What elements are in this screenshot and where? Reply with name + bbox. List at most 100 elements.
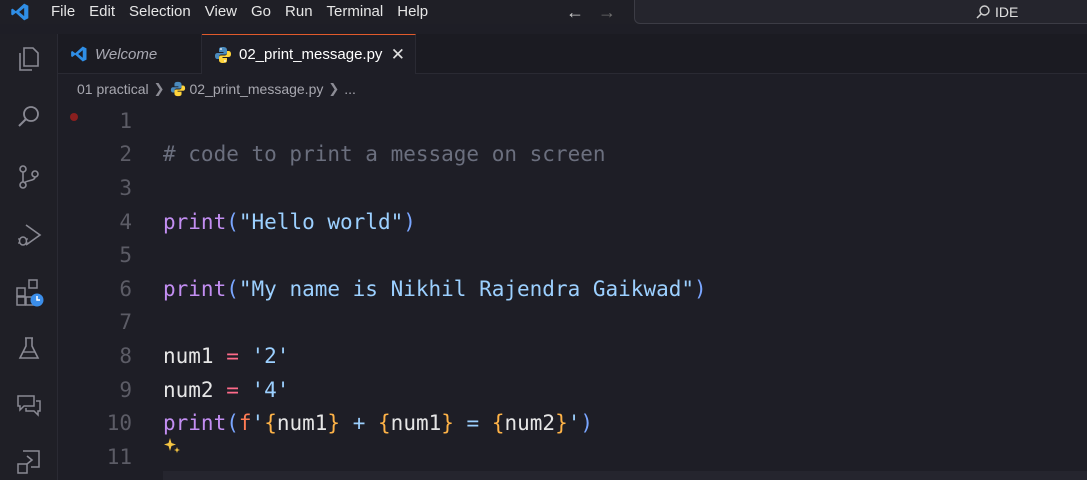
code-token: { — [491, 411, 505, 436]
code-token: } — [555, 411, 568, 436]
menu-help[interactable]: Help — [390, 0, 435, 24]
title-bar: File Edit Selection View Go Run Terminal… — [0, 0, 1087, 24]
code-token: ( — [226, 276, 239, 301]
code-token: { — [378, 411, 391, 436]
code-line[interactable]: 9 num2 = '4' — [58, 373, 1087, 407]
code-token: = — [213, 377, 252, 402]
chevron-right-icon: ❯ — [328, 81, 340, 96]
python-icon — [170, 81, 186, 97]
breadcrumb-more[interactable]: ... — [344, 81, 356, 97]
menu-file[interactable]: File — [40, 0, 82, 24]
code-token: ' — [567, 411, 581, 436]
code-line[interactable]: 1 — [58, 104, 1087, 138]
forward-arrow-icon[interactable]: → — [598, 0, 616, 24]
code-token: ) — [580, 411, 594, 436]
menu-selection[interactable]: Selection — [122, 0, 198, 24]
code-token: ( — [226, 411, 239, 436]
back-arrow-icon[interactable]: ← — [566, 0, 584, 24]
code-text: print("Hello world") — [163, 210, 416, 234]
navigation-arrows: ← → — [566, 0, 616, 24]
code-token: num1 — [390, 411, 442, 436]
vscode-logo-icon — [0, 0, 40, 24]
close-icon[interactable]: ✕ — [391, 35, 405, 75]
code-line[interactable]: 8 num1 = '2' — [58, 339, 1087, 373]
line-number: 9 — [119, 377, 132, 402]
code-line[interactable]: 3 — [58, 171, 1087, 205]
menu-bar: File Edit Selection View Go Run Terminal… — [40, 0, 435, 24]
code-token: '2' — [251, 343, 290, 368]
code-token: print — [163, 209, 227, 234]
line-number: 8 — [119, 343, 132, 368]
tab-02-print-message[interactable]: 02_print_message.py ✕ — [202, 34, 416, 74]
line-number: 4 — [119, 209, 132, 234]
tab-welcome[interactable]: Welcome — [58, 34, 202, 74]
menu-edit[interactable]: Edit — [82, 0, 122, 24]
code-editor[interactable]: 1 2 # code to print a message on screen 3 4 p… — [58, 104, 1087, 480]
line-number: 3 — [119, 175, 132, 200]
code-token: = — [213, 343, 252, 368]
line-number: 6 — [119, 276, 132, 301]
tab-bar: Welcome 02_print_message.py ✕ — [58, 34, 1087, 74]
code-token: "My name is Nikhil Rajendra Gaikwad" — [238, 276, 695, 301]
vscode-logo-icon — [70, 45, 88, 63]
run-debug-icon[interactable] — [14, 220, 44, 250]
search-icon — [976, 5, 990, 19]
code-token: num1 — [163, 343, 214, 368]
code-line[interactable]: 4 print("Hello world") — [58, 205, 1087, 239]
code-line[interactable]: 11 — [58, 440, 1087, 474]
code-line[interactable]: 10 print(f'{num1} + {num1} = {num2}') — [58, 406, 1087, 440]
search-icon[interactable] — [14, 102, 44, 132]
code-token: } — [441, 411, 454, 436]
code-token: } — [327, 411, 341, 436]
code-token: print — [163, 411, 227, 436]
line-number: 11 — [106, 444, 132, 469]
code-token: num1 — [276, 411, 328, 436]
breadcrumb-file[interactable]: 02_print_message.py — [190, 81, 324, 97]
code-line[interactable]: 5 — [58, 238, 1087, 272]
chat-icon[interactable] — [14, 390, 44, 420]
line-number: 1 — [119, 108, 132, 133]
line-number: 2 — [119, 142, 132, 167]
tab-label: 02_print_message.py — [239, 46, 383, 63]
code-text: print(f'{num1} + {num1} = {num2}') — [163, 411, 593, 435]
extensions-icon[interactable] — [14, 278, 44, 308]
command-center-search[interactable]: IDE — [975, 0, 1018, 24]
line-number: 10 — [106, 411, 132, 436]
line-number: 5 — [119, 243, 132, 268]
explorer-icon[interactable] — [14, 44, 44, 74]
code-token: num2 — [163, 377, 214, 402]
breadcrumb: 01 practical ❯ 02_print_message.py ❯ ... — [58, 74, 1087, 104]
code-token: '4' — [251, 377, 290, 402]
code-line[interactable]: 7 — [58, 306, 1087, 340]
code-line[interactable]: 6 print("My name is Nikhil Rajendra Gaikw… — [58, 272, 1087, 306]
code-text: print("My name is Nikhil Rajendra Gaikwa… — [163, 277, 707, 301]
code-token: ' — [251, 411, 265, 436]
menu-go[interactable]: Go — [244, 0, 278, 24]
code-token: # code to print a message on screen — [163, 142, 606, 167]
python-icon — [214, 46, 232, 64]
code-token: num2 — [504, 411, 556, 436]
line-number: 7 — [119, 310, 132, 335]
code-line[interactable]: 2 # code to print a message on screen — [58, 138, 1087, 172]
code-token: print — [163, 276, 227, 301]
command-center-text: IDE — [995, 4, 1019, 20]
remote-icon[interactable] — [14, 446, 44, 476]
code-token: ( — [226, 209, 239, 234]
code-token: "Hello world" — [238, 209, 404, 234]
menu-run[interactable]: Run — [278, 0, 320, 24]
source-control-icon[interactable] — [14, 162, 44, 192]
command-center[interactable]: IDE — [634, 0, 1087, 24]
code-text: # code to print a message on screen — [163, 142, 606, 166]
activity-bar — [0, 34, 58, 480]
menu-view[interactable]: View — [198, 0, 244, 24]
tab-label: Welcome — [95, 45, 158, 63]
code-text: num2 = '4' — [163, 378, 289, 402]
code-token: + — [340, 411, 379, 436]
code-token: ) — [403, 209, 416, 234]
chevron-right-icon: ❯ — [153, 81, 165, 96]
breadcrumb-folder[interactable]: 01 practical — [77, 81, 149, 97]
code-text: num1 = '2' — [163, 344, 289, 368]
menu-terminal[interactable]: Terminal — [320, 0, 391, 24]
code-token: = — [453, 411, 492, 436]
testing-icon[interactable] — [14, 334, 44, 364]
